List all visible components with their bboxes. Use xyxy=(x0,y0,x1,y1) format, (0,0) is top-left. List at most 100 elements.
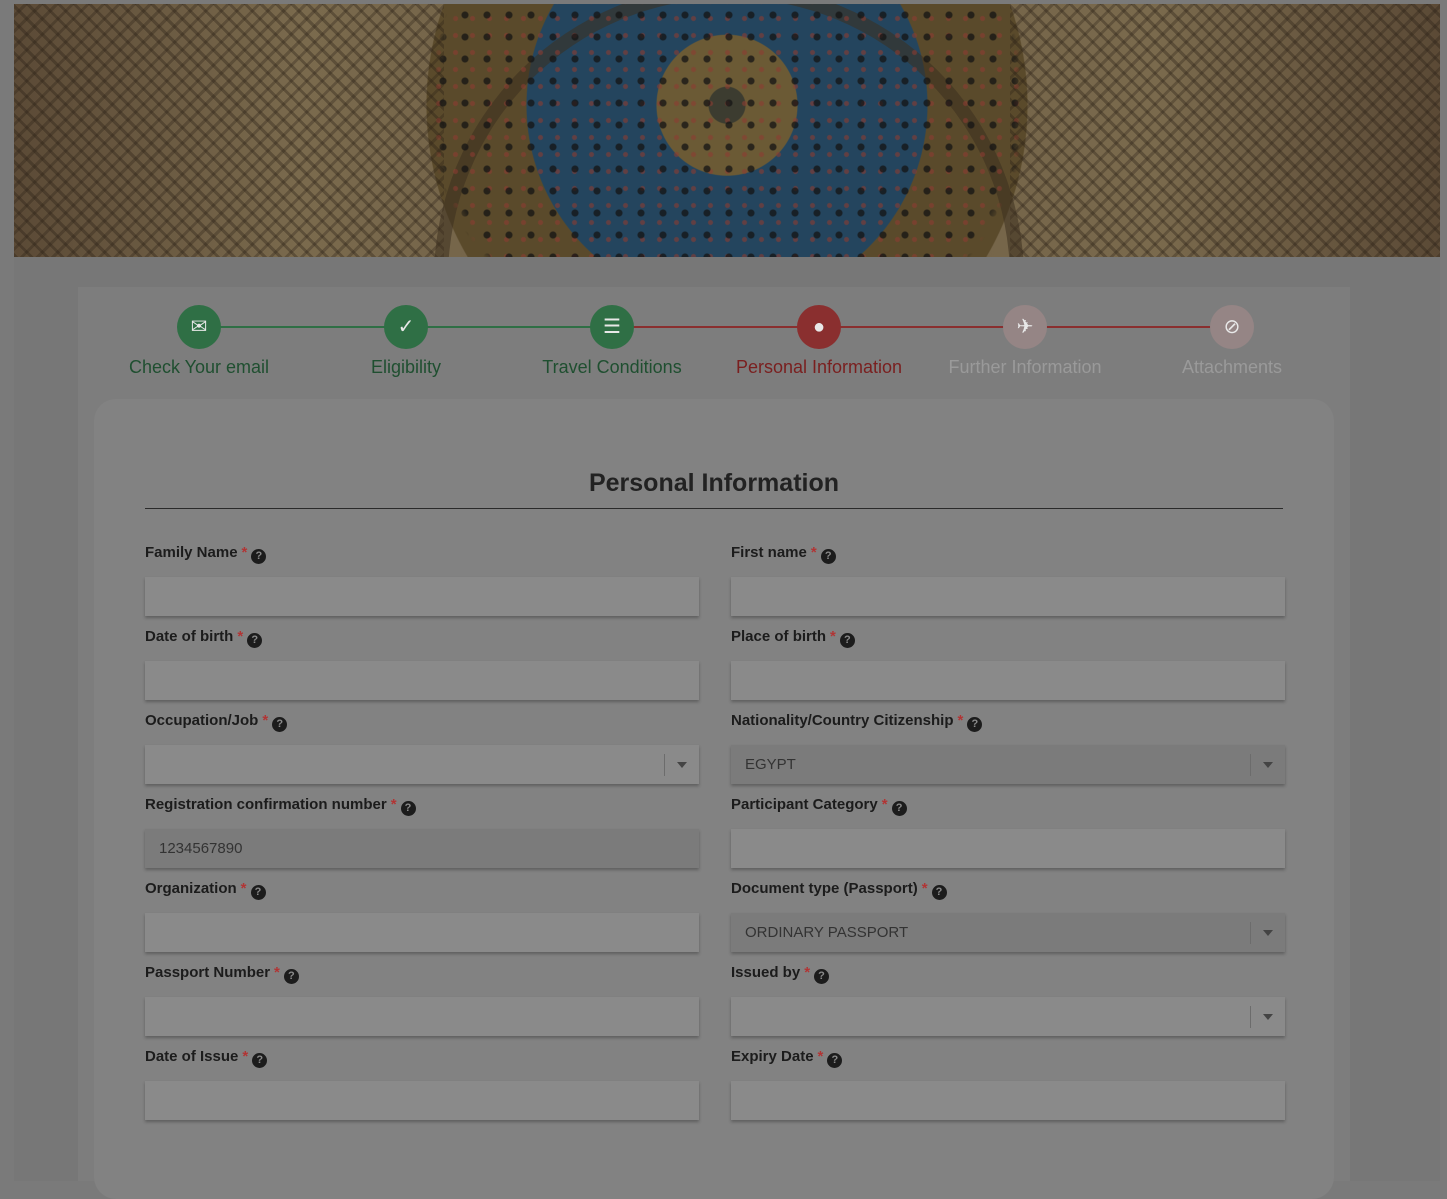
form-card: Personal Information Family Name *? First… xyxy=(94,399,1334,1199)
help-icon[interactable]: ? xyxy=(839,633,855,648)
required-mark: * xyxy=(817,1048,824,1065)
mosaic-decoration xyxy=(14,4,1440,257)
required-mark: * xyxy=(881,796,888,813)
field-label: Date of Issue xyxy=(145,1048,239,1065)
plane-icon: ✈ xyxy=(1003,305,1047,349)
first-name-input[interactable] xyxy=(731,577,1285,616)
required-mark: * xyxy=(262,712,269,729)
participant-category-field: Participant Category *? xyxy=(731,795,1285,868)
help-icon[interactable]: ? xyxy=(967,717,983,732)
place-of-birth-field: Place of birth *? xyxy=(731,627,1285,700)
required-mark: * xyxy=(804,964,811,981)
help-icon[interactable]: ? xyxy=(814,969,830,984)
paperclip-icon: ⊘ xyxy=(1210,305,1254,349)
date-of-birth-field: Date of birth *? xyxy=(145,627,699,700)
passport-number-field: Passport Number *? xyxy=(145,963,699,1036)
select-separator xyxy=(1250,922,1251,944)
help-icon[interactable]: ? xyxy=(252,1053,268,1068)
step-further-information[interactable]: ✈ Further Information xyxy=(925,305,1125,378)
step-eligibility[interactable]: ✓ Eligibility xyxy=(306,305,506,378)
chevron-down-icon[interactable] xyxy=(1263,762,1273,768)
family-name-field: Family Name *? xyxy=(145,543,699,616)
field-label: Organization xyxy=(145,880,237,897)
title-divider xyxy=(145,508,1283,509)
field-label: Document type (Passport) xyxy=(731,880,918,897)
step-label: Check Your email xyxy=(128,357,270,377)
occupation-select[interactable] xyxy=(145,745,699,784)
field-label: Place of birth xyxy=(731,628,827,645)
help-icon[interactable]: ? xyxy=(272,717,288,732)
step-label: Travel Conditions xyxy=(542,357,682,377)
required-mark: * xyxy=(240,880,247,897)
help-icon[interactable]: ? xyxy=(247,633,263,648)
field-label: Family Name xyxy=(145,544,238,561)
expiry-date-field: Expiry Date *? xyxy=(731,1047,1285,1120)
field-label: Issued by xyxy=(731,964,801,981)
required-mark: * xyxy=(237,628,244,645)
help-icon[interactable]: ? xyxy=(827,1053,843,1068)
field-label: Participant Category xyxy=(731,796,878,813)
step-label: Eligibility xyxy=(370,357,442,377)
date-of-issue-field: Date of Issue *? xyxy=(145,1047,699,1120)
step-label: Attachments xyxy=(1181,357,1283,377)
field-label: Nationality/Country Citizenship xyxy=(731,712,954,729)
select-value: ORDINARY PASSPORT xyxy=(745,924,909,941)
eligibility-icon: ✓ xyxy=(384,305,428,349)
date-of-issue-input[interactable] xyxy=(145,1081,699,1120)
first-name-field: First name *? xyxy=(731,543,1285,616)
issued-by-field: Issued by *? xyxy=(731,963,1285,1036)
field-label: Passport Number xyxy=(145,964,271,981)
field-label: First name xyxy=(731,544,807,561)
select-value: EGYPT xyxy=(745,756,796,773)
date-of-birth-input[interactable] xyxy=(145,661,699,700)
step-personal-information[interactable]: ● Personal Information xyxy=(719,305,919,378)
progress-stepper: ✉ Check Your email ✓ Eligibility ☰ Trave… xyxy=(78,287,1350,397)
document-type-field: Document type (Passport) *? ORDINARY PASS… xyxy=(731,879,1285,952)
document-type-select[interactable]: ORDINARY PASSPORT xyxy=(731,913,1285,952)
required-mark: * xyxy=(957,712,964,729)
help-icon[interactable]: ? xyxy=(250,885,266,900)
select-separator xyxy=(664,754,665,776)
chevron-down-icon[interactable] xyxy=(1263,930,1273,936)
step-travel-conditions[interactable]: ☰ Travel Conditions xyxy=(512,305,712,378)
nationality-select[interactable]: EGYPT xyxy=(731,745,1285,784)
help-icon[interactable]: ? xyxy=(931,885,947,900)
step-check-email[interactable]: ✉ Check Your email xyxy=(99,305,299,378)
field-label: Occupation/Job xyxy=(145,712,259,729)
registration-number-field: Registration confirmation number *? 12345… xyxy=(145,795,699,868)
help-icon[interactable]: ? xyxy=(891,801,907,816)
required-mark: * xyxy=(241,544,248,561)
help-icon[interactable]: ? xyxy=(400,801,416,816)
family-name-input[interactable] xyxy=(145,577,699,616)
document-icon: ☰ xyxy=(590,305,634,349)
organization-field: Organization *? xyxy=(145,879,699,952)
select-separator xyxy=(1250,754,1251,776)
required-mark: * xyxy=(274,964,280,981)
required-mark: * xyxy=(390,796,397,813)
expiry-date-input[interactable] xyxy=(731,1081,1285,1120)
header-banner-image xyxy=(14,4,1440,257)
occupation-field: Occupation/Job *? xyxy=(145,711,699,784)
required-mark: * xyxy=(810,544,817,561)
place-of-birth-input[interactable] xyxy=(731,661,1285,700)
passport-number-input[interactable] xyxy=(145,997,699,1036)
required-mark: * xyxy=(242,1048,249,1065)
registration-number-input[interactable]: 1234567890 xyxy=(145,829,699,868)
step-label: Personal Information xyxy=(735,357,903,377)
step-label: Further Information xyxy=(948,357,1102,377)
help-icon[interactable]: ? xyxy=(283,969,299,984)
organization-input[interactable] xyxy=(145,913,699,952)
help-icon[interactable]: ? xyxy=(820,549,836,564)
envelope-icon: ✉ xyxy=(177,305,221,349)
chevron-down-icon[interactable] xyxy=(1263,1014,1273,1020)
field-label: Registration confirmation number xyxy=(145,796,387,813)
help-icon[interactable]: ? xyxy=(251,549,267,564)
participant-category-input[interactable] xyxy=(731,829,1285,868)
chevron-down-icon[interactable] xyxy=(677,762,687,768)
step-attachments[interactable]: ⊘ Attachments xyxy=(1132,305,1332,378)
user-icon: ● xyxy=(797,305,841,349)
issued-by-select[interactable] xyxy=(731,997,1285,1036)
required-mark: * xyxy=(921,880,928,897)
field-label: Expiry Date xyxy=(731,1048,814,1065)
required-mark: * xyxy=(830,628,836,645)
